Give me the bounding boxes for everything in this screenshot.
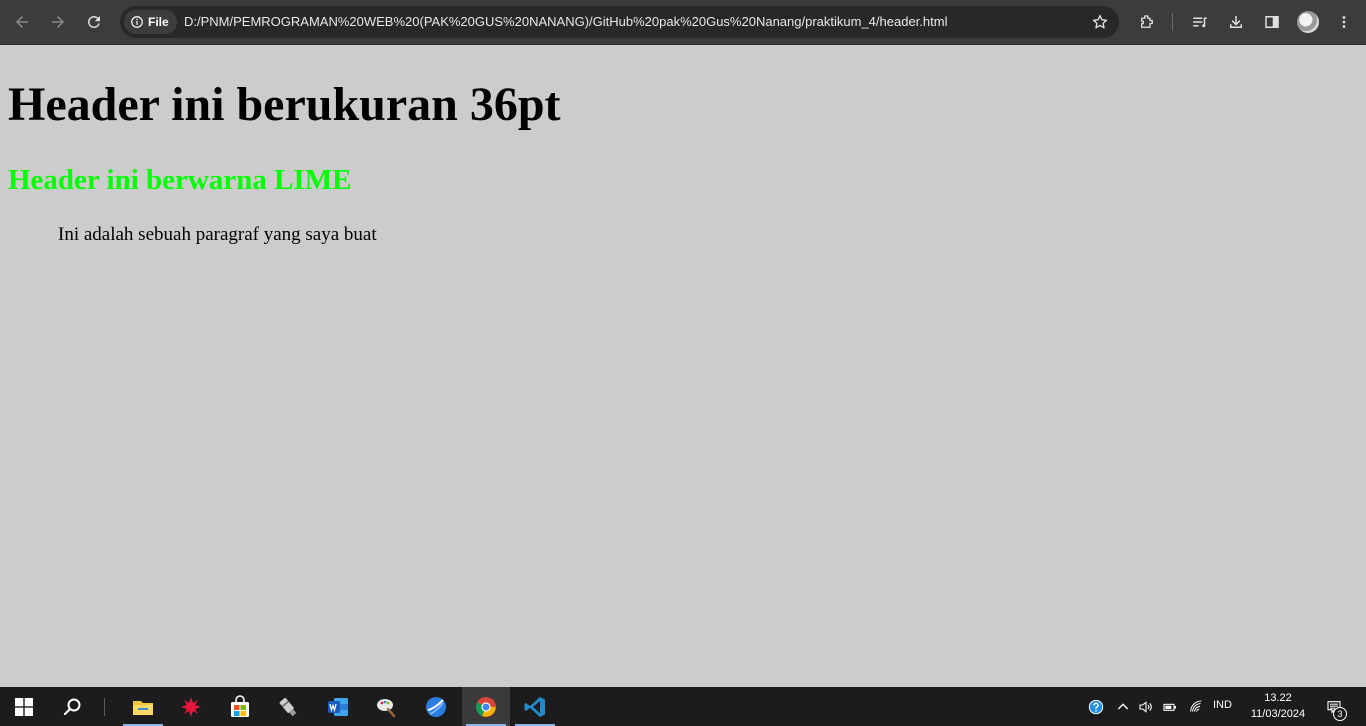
browser-toolbar: File D:/PNM/PEMROGRAMAN%20WEB%20(PAK%20G… bbox=[0, 0, 1366, 45]
speaker-icon bbox=[1139, 700, 1152, 713]
more-button[interactable] bbox=[1330, 8, 1358, 36]
folder-icon bbox=[133, 700, 153, 715]
forward-icon bbox=[52, 16, 64, 28]
taskbar-clock[interactable]: 13.22 11/03/2024 bbox=[1244, 690, 1312, 722]
help-icon bbox=[1088, 699, 1104, 714]
clock-date: 11/03/2024 bbox=[1250, 708, 1306, 720]
side-panel-icon bbox=[1265, 16, 1279, 28]
extensions-button[interactable] bbox=[1133, 8, 1161, 36]
battery-icon bbox=[1163, 703, 1176, 711]
extensions-icon bbox=[1141, 15, 1153, 28]
red-app-icon bbox=[181, 696, 201, 717]
back-button[interactable] bbox=[8, 8, 36, 36]
star-icon bbox=[1092, 14, 1108, 29]
chrome-icon bbox=[476, 696, 496, 717]
taskbar-vscode[interactable] bbox=[511, 687, 559, 726]
site-info-chip[interactable]: File bbox=[124, 10, 177, 34]
taskbar-divider bbox=[104, 698, 105, 716]
page-paragraph: Ini adalah sebuah paragraf yang saya bua… bbox=[58, 224, 377, 245]
tray-wifi[interactable] bbox=[1186, 687, 1206, 726]
taskbar-browser-globe[interactable] bbox=[412, 687, 460, 726]
clock-time: 13.22 bbox=[1264, 692, 1292, 704]
toolbar-divider bbox=[1172, 13, 1173, 31]
chevron-up-icon bbox=[1117, 702, 1129, 709]
windows-logo-icon bbox=[15, 697, 33, 716]
taskbar-microsoft-store[interactable] bbox=[216, 687, 264, 726]
back-icon bbox=[16, 16, 28, 28]
site-chip-label: File bbox=[148, 15, 169, 29]
globe-icon bbox=[426, 696, 446, 717]
taskbar-red-app[interactable] bbox=[167, 687, 215, 726]
taskbar-search-button[interactable] bbox=[48, 687, 96, 726]
taskbar-paint-app[interactable] bbox=[362, 687, 410, 726]
page-heading-36pt: Header ini berukuran 36pt bbox=[8, 78, 561, 131]
windows-taskbar: IND 13.22 11/03/2024 3 bbox=[0, 687, 1366, 726]
reload-icon bbox=[87, 15, 100, 28]
tray-help[interactable] bbox=[1084, 687, 1108, 726]
url-text[interactable]: D:/PNM/PEMROGRAMAN%20WEB%20(PAK%20GUS%20… bbox=[184, 14, 947, 29]
page-viewport: Header ini berukuran 36pt Header ini ber… bbox=[0, 46, 1366, 687]
download-icon bbox=[1230, 16, 1242, 28]
taskbar-google-chrome[interactable] bbox=[462, 687, 510, 726]
reading-list-icon bbox=[1193, 17, 1207, 28]
start-button[interactable] bbox=[0, 687, 48, 726]
info-icon bbox=[131, 16, 143, 28]
reading-list-button[interactable] bbox=[1186, 8, 1214, 36]
reload-button[interactable] bbox=[80, 8, 108, 36]
address-bar[interactable]: File D:/PNM/PEMROGRAMAN%20WEB%20(PAK%20G… bbox=[120, 6, 1119, 38]
word-icon bbox=[328, 697, 348, 716]
notification-count-badge: 3 bbox=[1333, 707, 1347, 721]
usb-drive-icon bbox=[279, 697, 297, 716]
taskbar-file-explorer[interactable] bbox=[119, 687, 167, 726]
more-icon bbox=[1342, 16, 1346, 28]
tray-show-hidden[interactable] bbox=[1113, 687, 1133, 726]
store-icon bbox=[231, 694, 249, 717]
vscode-icon bbox=[524, 696, 545, 717]
tray-volume[interactable] bbox=[1136, 687, 1156, 726]
taskbar-microsoft-word[interactable] bbox=[314, 687, 362, 726]
page-heading-lime: Header ini berwarna LIME bbox=[8, 164, 352, 196]
taskbar-usb-tool[interactable] bbox=[264, 687, 312, 726]
side-panel-button[interactable] bbox=[1258, 8, 1286, 36]
profile-avatar[interactable] bbox=[1297, 11, 1319, 33]
bookmark-button[interactable] bbox=[1087, 9, 1113, 35]
downloads-button[interactable] bbox=[1222, 8, 1250, 36]
search-icon bbox=[63, 698, 81, 715]
wifi-icon bbox=[1190, 700, 1202, 712]
tray-battery[interactable] bbox=[1160, 687, 1180, 726]
forward-button[interactable] bbox=[44, 8, 72, 36]
paint-icon bbox=[377, 698, 396, 717]
input-language[interactable]: IND bbox=[1213, 699, 1232, 711]
